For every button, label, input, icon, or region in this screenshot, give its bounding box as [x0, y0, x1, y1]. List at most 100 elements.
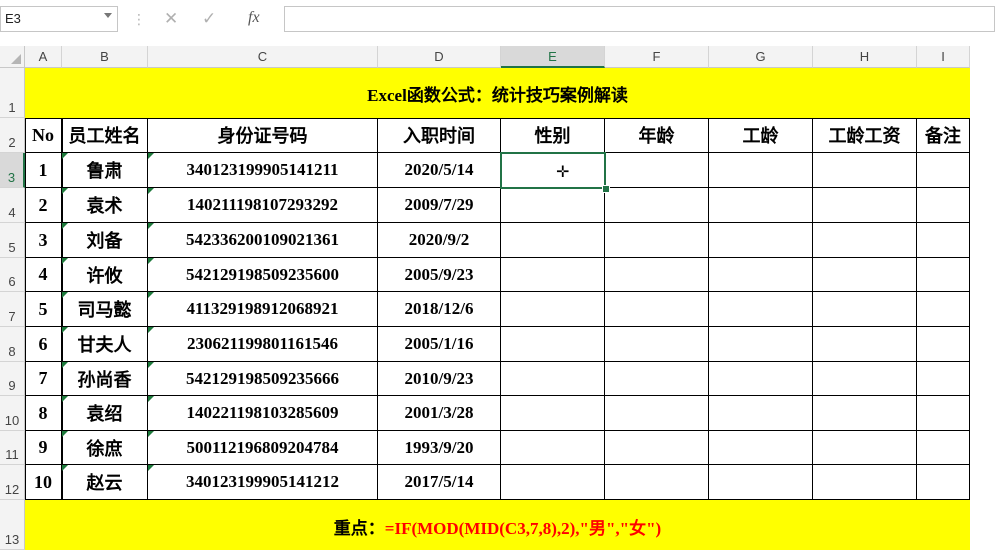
table-cell-h8[interactable]	[813, 327, 917, 362]
header-cell-5[interactable]: 性别	[501, 118, 605, 153]
table-cell-i5[interactable]	[917, 223, 970, 258]
table-cell-f10[interactable]	[605, 396, 709, 431]
table-cell-h4[interactable]	[813, 188, 917, 223]
table-cell-a4[interactable]: 2	[25, 188, 62, 223]
table-cell-i6[interactable]	[917, 258, 970, 292]
header-cell-8[interactable]: 工龄工资	[813, 118, 917, 153]
table-cell-h3[interactable]	[813, 153, 917, 188]
table-cell-c3[interactable]: 340123199905141211	[148, 153, 378, 188]
table-cell-c8[interactable]: 230621199801161546	[148, 327, 378, 362]
table-cell-b11[interactable]: 徐庶	[62, 431, 148, 465]
table-cell-f11[interactable]	[605, 431, 709, 465]
table-cell-b9[interactable]: 孙尚香	[62, 362, 148, 396]
select-all-corner[interactable]	[0, 46, 25, 68]
header-cell-9[interactable]: 备注	[917, 118, 970, 153]
cancel-icon[interactable]: ✕	[164, 9, 178, 29]
table-cell-d3[interactable]: 2020/5/14	[378, 153, 501, 188]
column-header-g[interactable]: G	[709, 46, 813, 68]
row-header-11[interactable]: 11	[0, 431, 25, 465]
column-header-b[interactable]: B	[62, 46, 148, 68]
table-cell-a9[interactable]: 7	[25, 362, 62, 396]
table-cell-g4[interactable]	[709, 188, 813, 223]
table-cell-e8[interactable]	[501, 327, 605, 362]
table-cell-d9[interactable]: 2010/9/23	[378, 362, 501, 396]
column-header-a[interactable]: A	[25, 46, 62, 68]
row-header-7[interactable]: 7	[0, 292, 25, 327]
table-cell-e3[interactable]	[501, 153, 605, 188]
table-cell-c7[interactable]: 411329198912068921	[148, 292, 378, 327]
table-cell-d12[interactable]: 2017/5/14	[378, 465, 501, 500]
table-cell-f4[interactable]	[605, 188, 709, 223]
table-cell-c10[interactable]: 140221198103285609	[148, 396, 378, 431]
table-cell-g11[interactable]	[709, 431, 813, 465]
table-cell-a6[interactable]: 4	[25, 258, 62, 292]
table-cell-b12[interactable]: 赵云	[62, 465, 148, 500]
table-cell-g3[interactable]	[709, 153, 813, 188]
table-cell-b6[interactable]: 许攸	[62, 258, 148, 292]
table-cell-g7[interactable]	[709, 292, 813, 327]
header-cell-4[interactable]: 入职时间	[378, 118, 501, 153]
header-cell-6[interactable]: 年龄	[605, 118, 709, 153]
table-cell-c11[interactable]: 500112196809204784	[148, 431, 378, 465]
table-cell-i9[interactable]	[917, 362, 970, 396]
table-cell-c12[interactable]: 340123199905141212	[148, 465, 378, 500]
column-header-f[interactable]: F	[605, 46, 709, 68]
table-cell-a10[interactable]: 8	[25, 396, 62, 431]
table-cell-a12[interactable]: 10	[25, 465, 62, 500]
table-cell-h6[interactable]	[813, 258, 917, 292]
column-header-i[interactable]: I	[917, 46, 970, 68]
table-cell-a7[interactable]: 5	[25, 292, 62, 327]
header-cell-7[interactable]: 工龄	[709, 118, 813, 153]
table-cell-g10[interactable]	[709, 396, 813, 431]
row-header-8[interactable]: 8	[0, 327, 25, 362]
table-cell-a8[interactable]: 6	[25, 327, 62, 362]
table-cell-i4[interactable]	[917, 188, 970, 223]
table-cell-b7[interactable]: 司马懿	[62, 292, 148, 327]
table-cell-i7[interactable]	[917, 292, 970, 327]
table-cell-c5[interactable]: 542336200109021361	[148, 223, 378, 258]
row-header-12[interactable]: 12	[0, 465, 25, 500]
table-cell-f3[interactable]	[605, 153, 709, 188]
table-cell-i11[interactable]	[917, 431, 970, 465]
table-cell-e10[interactable]	[501, 396, 605, 431]
table-cell-b4[interactable]: 袁术	[62, 188, 148, 223]
table-cell-h9[interactable]	[813, 362, 917, 396]
table-cell-h7[interactable]	[813, 292, 917, 327]
row-header-10[interactable]: 10	[0, 396, 25, 431]
title-cell[interactable]: Excel函数公式：统计技巧案例解读	[25, 68, 970, 118]
table-cell-f5[interactable]	[605, 223, 709, 258]
insert-function-icon[interactable]: fx	[248, 9, 260, 27]
row-header-3[interactable]: 3	[0, 153, 25, 188]
table-cell-e7[interactable]	[501, 292, 605, 327]
table-cell-i8[interactable]	[917, 327, 970, 362]
table-cell-c4[interactable]: 140211198107293292	[148, 188, 378, 223]
table-cell-b5[interactable]: 刘备	[62, 223, 148, 258]
table-cell-d11[interactable]: 1993/9/20	[378, 431, 501, 465]
table-cell-h5[interactable]	[813, 223, 917, 258]
table-cell-f6[interactable]	[605, 258, 709, 292]
table-cell-i3[interactable]	[917, 153, 970, 188]
table-cell-g8[interactable]	[709, 327, 813, 362]
row-header-1[interactable]: 1	[0, 68, 25, 118]
table-cell-b3[interactable]: 鲁肃	[62, 153, 148, 188]
table-cell-f8[interactable]	[605, 327, 709, 362]
table-cell-g6[interactable]	[709, 258, 813, 292]
row-header-4[interactable]: 4	[0, 188, 25, 223]
row-header-5[interactable]: 5	[0, 223, 25, 258]
table-cell-a3[interactable]: 1	[25, 153, 62, 188]
column-header-e[interactable]: E	[501, 46, 605, 68]
row-header-2[interactable]: 2	[0, 118, 25, 153]
table-cell-h10[interactable]	[813, 396, 917, 431]
header-cell-1[interactable]: No	[25, 118, 62, 153]
formula-input[interactable]	[284, 6, 995, 32]
table-cell-d8[interactable]: 2005/1/16	[378, 327, 501, 362]
row-header-6[interactable]: 6	[0, 258, 25, 292]
name-box[interactable]: E3	[0, 6, 118, 32]
table-cell-d4[interactable]: 2009/7/29	[378, 188, 501, 223]
header-cell-2[interactable]: 员工姓名	[62, 118, 148, 153]
table-cell-d5[interactable]: 2020/9/2	[378, 223, 501, 258]
table-cell-e5[interactable]	[501, 223, 605, 258]
column-header-d[interactable]: D	[378, 46, 501, 68]
table-cell-i12[interactable]	[917, 465, 970, 500]
table-cell-d6[interactable]: 2005/9/23	[378, 258, 501, 292]
